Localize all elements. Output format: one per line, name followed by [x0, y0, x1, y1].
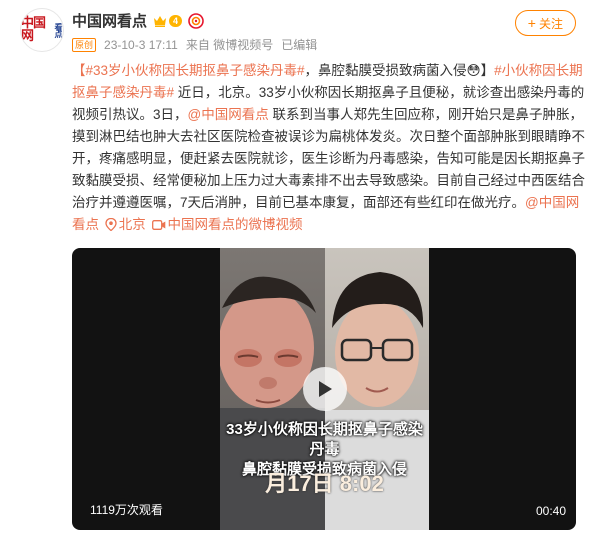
video-date-overlay: 月17日 8:02 — [265, 471, 384, 496]
follow-button[interactable]: + 关注 — [514, 10, 576, 36]
post-text-1b: 】 — [480, 63, 495, 78]
video-frame[interactable]: 33岁小伙称因长期抠鼻子感染丹毒 鼻腔黏膜受损致病菌入侵 月17日 8:02 — [220, 248, 429, 530]
post-text-1: ，鼻腔黏膜受损致病菌入侵 — [304, 63, 467, 78]
video-player[interactable]: 33岁小伙称因长期抠鼻子感染丹毒 鼻腔黏膜受损致病菌入侵 月17日 8:02 1… — [72, 248, 576, 530]
mention-link-1[interactable]: @中国网看点 — [188, 107, 269, 122]
video-camera-icon — [151, 220, 165, 230]
post-time[interactable]: 23-10-3 17:11 — [104, 38, 178, 52]
post-source[interactable]: 来自 微博视频号 — [186, 36, 273, 53]
location-pin-icon — [105, 218, 117, 231]
author-name[interactable]: 中国网看点 — [72, 10, 147, 31]
live-ring-icon[interactable] — [188, 12, 204, 29]
view-count: 1119万次观看 — [90, 503, 163, 517]
post-text-3: 联系到当事人郑先生回应称，刚开始只是鼻子肿胀，摸到淋巴结也肿大去社区医院检查被误… — [72, 107, 585, 210]
original-badge: 原创 — [72, 37, 97, 52]
video-link-label: 中国网看点的微博视频 — [167, 217, 303, 232]
follow-label: 关注 — [538, 16, 563, 31]
edited-label[interactable]: 已编辑 — [281, 36, 317, 53]
author-row: 中国网看点 4 — [72, 10, 204, 31]
video-duration: 00:40 — [535, 504, 566, 518]
video-link[interactable]: 中国网看点的微博视频 — [150, 217, 303, 232]
avatar-logo: 中国网 看点 — [21, 17, 63, 43]
play-button[interactable] — [302, 367, 347, 411]
video-caption-line-1: 33岁小伙称因长期抠鼻子感染丹毒 — [226, 421, 423, 458]
post-text: 【#33岁小伙称因长期抠鼻子感染丹毒#，鼻腔黏膜受损致病菌入侵😳】#小伙称因长期… — [72, 60, 586, 236]
vip-badge[interactable]: 4 — [153, 14, 183, 28]
vip-level: 4 — [169, 14, 183, 27]
avatar[interactable]: 中国网 看点 — [20, 8, 64, 52]
location-label: 北京 — [118, 217, 146, 232]
location-link[interactable]: 北京 — [103, 217, 146, 232]
avatar-logo-small-text: 看点 — [54, 23, 64, 37]
topic-tag-1[interactable]: 【#33岁小伙称因长期抠鼻子感染丹毒# — [72, 63, 305, 78]
play-icon — [318, 381, 332, 397]
emoji: 😳 — [466, 63, 481, 78]
avatar-logo-text: 中国网 — [21, 16, 46, 44]
crown-icon — [154, 15, 167, 27]
post-meta: 原创 23-10-3 17:11 来自 微博视频号 已编辑 — [72, 36, 317, 53]
plus-icon: + — [527, 15, 536, 31]
